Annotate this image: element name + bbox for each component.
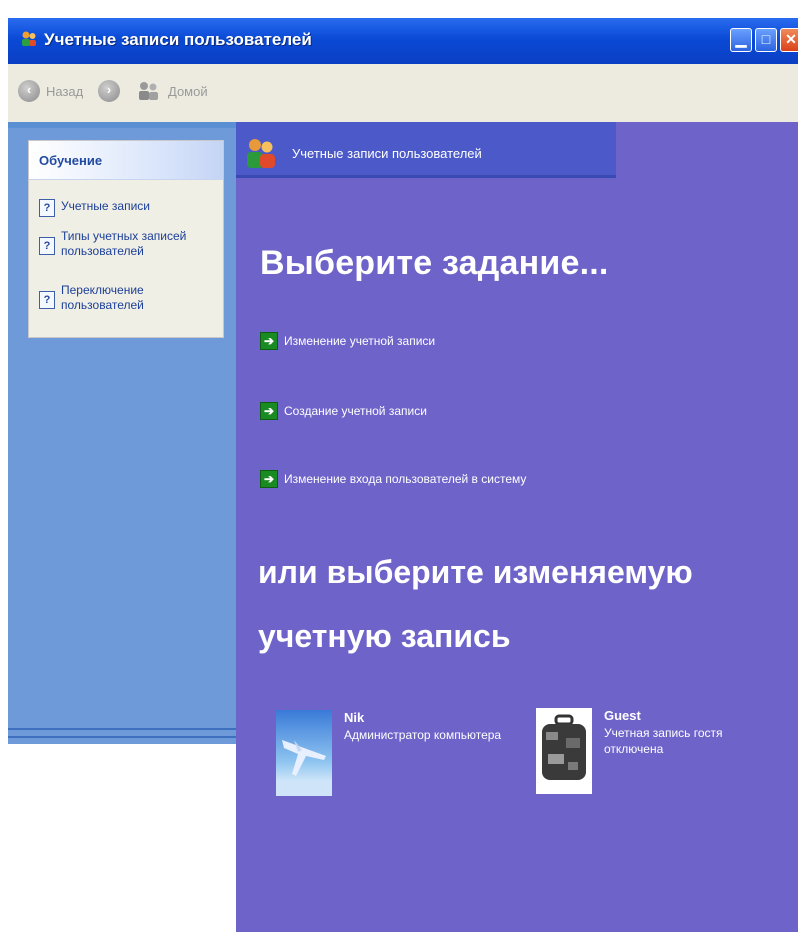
users-icon <box>247 139 275 168</box>
account-tile-guest[interactable]: Guest Учетная запись гостя отключена <box>536 708 744 794</box>
user-accounts-window: Учетные записи пользователей ▁ □ ✕ ‹ Наз… <box>0 0 798 932</box>
help-icon: ? <box>39 237 55 255</box>
sidebar-item-accounts[interactable]: ? Учетные записи <box>39 199 211 217</box>
sidebar-divider <box>8 728 236 730</box>
close-icon: ✕ <box>785 31 797 47</box>
task-heading: Выберите задание... <box>260 244 609 282</box>
users-icon <box>22 31 36 46</box>
task-link-change-account[interactable]: ➔ Изменение учетной записи <box>260 332 435 350</box>
account-name: Guest <box>604 708 641 723</box>
green-arrow-icon: ➔ <box>260 470 278 488</box>
sidebar-item-label: Учетные записи <box>61 199 150 213</box>
home-button[interactable]: Домой <box>136 80 208 102</box>
sidebar-item-account-types[interactable]: ? Типы учетных записей пользователей <box>39 229 199 259</box>
forward-button[interactable]: › <box>98 80 120 102</box>
sidebar-item-label: Типы учетных записей пользователей <box>61 229 187 258</box>
task-label: Изменение учетной записи <box>284 334 436 348</box>
maximize-button[interactable]: □ <box>755 28 777 52</box>
back-label: Назад <box>46 83 84 99</box>
toolbar: ‹ Назад › Домой <box>8 64 798 122</box>
suitcase-avatar <box>536 708 592 794</box>
window-title: Учетные записи пользователей <box>44 30 312 49</box>
account-description: Администратор компьютера <box>344 728 502 742</box>
main-header-divider <box>236 175 616 178</box>
home-users-icon <box>139 82 158 100</box>
sidebar-divider <box>8 736 236 738</box>
maximize-icon: □ <box>761 31 771 47</box>
title-bar: Учетные записи пользователей ▁ □ ✕ <box>8 18 798 64</box>
help-icon: ? <box>39 291 55 309</box>
back-icon: ‹ <box>18 80 40 102</box>
green-arrow-icon: ➔ <box>260 402 278 420</box>
forward-icon: › <box>98 80 120 102</box>
account-tile-nik[interactable]: Nik Администратор компьютера <box>276 710 514 796</box>
help-icon: ? <box>39 199 55 217</box>
task-link-create-account[interactable]: ➔ Создание учетной записи <box>260 402 427 420</box>
task-label: Изменение входа пользователей в систему <box>284 472 527 486</box>
task-label: Создание учетной записи <box>284 404 427 418</box>
account-heading: или выберите изменяемую учетную запись <box>258 554 693 654</box>
airplane-avatar <box>276 710 332 796</box>
minimize-icon: ▁ <box>735 31 747 47</box>
green-arrow-icon: ➔ <box>260 332 278 350</box>
sidebar-item-switch-users[interactable]: ? Переключение пользователей <box>39 283 173 313</box>
close-button[interactable]: ✕ <box>780 28 798 52</box>
learn-panel-header[interactable]: Обучение <box>29 141 223 180</box>
account-description: Учетная запись гостя отключена <box>604 726 723 756</box>
learn-panel-title: Обучение <box>39 153 103 168</box>
back-button[interactable]: ‹ Назад <box>18 80 83 102</box>
minimize-button[interactable]: ▁ <box>730 28 752 52</box>
home-label: Домой <box>168 83 208 99</box>
sidebar-item-label: Переключение пользователей <box>61 283 144 312</box>
learn-panel: Обучение ? Учетные записи ? Типы учетных… <box>28 140 224 338</box>
account-name: Nik <box>344 710 365 725</box>
main-header-title: Учетные записи пользователей <box>292 146 482 161</box>
task-link-change-logon[interactable]: ➔ Изменение входа пользователей в систем… <box>260 470 526 488</box>
